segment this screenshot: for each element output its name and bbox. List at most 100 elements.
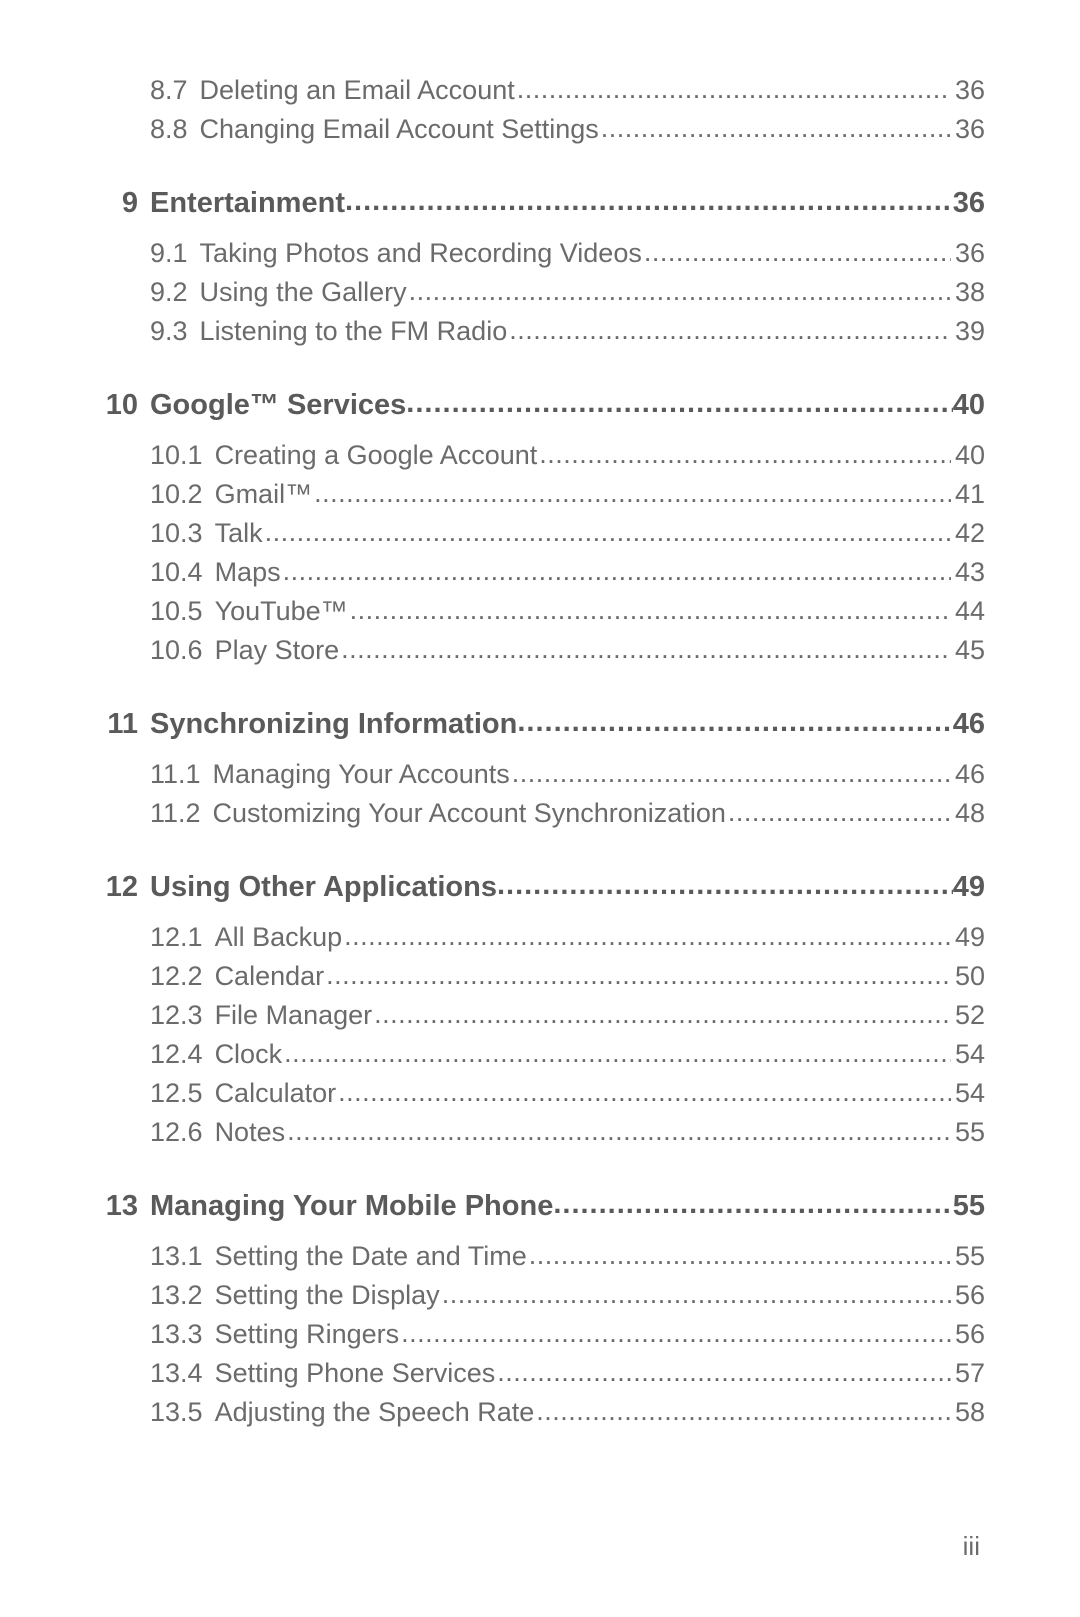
toc-sub-number: 10.6 xyxy=(150,635,203,666)
toc-chapter-entry[interactable]: 9 Entertainment ........................… xyxy=(95,187,985,220)
toc-sub-entry[interactable]: 12.3 File Manager ......................… xyxy=(95,1000,985,1031)
toc-sub-page: 58 xyxy=(951,1397,985,1428)
toc-sub-number: 13.3 xyxy=(150,1319,203,1350)
toc-sub-page: 36 xyxy=(951,75,985,106)
toc-chapter-title: Entertainment xyxy=(150,187,345,220)
toc-sub-page: 56 xyxy=(951,1319,985,1350)
toc-leader: ........................................… xyxy=(281,556,951,587)
toc-sub-number: 12.5 xyxy=(150,1078,203,1109)
toc-sub-title: Customizing Your Account Synchronization xyxy=(201,798,726,829)
toc-sub-entry[interactable]: 9.1 Taking Photos and Recording Videos .… xyxy=(95,238,985,269)
toc-sub-number: 9.1 xyxy=(150,238,188,269)
toc-sub-title: File Manager xyxy=(203,1000,373,1031)
toc-sub-page: 40 xyxy=(951,440,985,471)
toc-sub-entry[interactable]: 9.3 Listening to the FM Radio ..........… xyxy=(95,316,985,347)
toc-sub-title: Calendar xyxy=(203,961,325,992)
toc-sub-page: 56 xyxy=(951,1280,985,1311)
toc-orphan-group: 8.7 Deleting an Email Account ..........… xyxy=(95,75,985,145)
toc-leader: ........................................… xyxy=(440,1279,951,1310)
toc-chapter-page: 40 xyxy=(953,389,985,422)
toc-sub-group: 13.1 Setting the Date and Time .........… xyxy=(95,1241,985,1428)
toc-sub-entry[interactable]: 11.2 Customizing Your Account Synchroniz… xyxy=(95,798,985,829)
toc-sub-page: 55 xyxy=(951,1241,985,1272)
toc-sub-entry[interactable]: 10.5 YouTube™ ..........................… xyxy=(95,596,985,627)
toc-chapter-entry[interactable]: 11 Synchronizing Information ...........… xyxy=(95,708,985,741)
toc-leader: ........................................… xyxy=(534,1396,951,1427)
toc-leader: ........................................… xyxy=(642,237,951,268)
toc-leader: ........................................… xyxy=(324,960,951,991)
toc-sub-entry[interactable]: 12.1 All Backup ........................… xyxy=(95,922,985,953)
toc-sub-page: 43 xyxy=(951,557,985,588)
toc-leader: ........................................… xyxy=(527,1240,951,1271)
toc-leader: ........................................… xyxy=(495,1357,951,1388)
toc-leader: ........................................… xyxy=(336,1077,951,1108)
toc-sub-entry[interactable]: 10.4 Maps ..............................… xyxy=(95,557,985,588)
toc-sub-title: Deleting an Email Account xyxy=(188,75,515,106)
toc-sub-page: 55 xyxy=(951,1117,985,1148)
toc-sub-entry[interactable]: 10.1 Creating a Google Account .........… xyxy=(95,440,985,471)
toc-sub-entry[interactable]: 10.2 Gmail™ ............................… xyxy=(95,479,985,510)
toc-sub-entry[interactable]: 12.4 Clock .............................… xyxy=(95,1039,985,1070)
toc-sub-page: 50 xyxy=(951,961,985,992)
toc-leader: ........................................… xyxy=(497,869,953,902)
toc-chapter-number: 12 xyxy=(95,871,150,904)
toc-leader: ........................................… xyxy=(407,276,951,307)
toc-sub-entry[interactable]: 13.5 Adjusting the Speech Rate .........… xyxy=(95,1397,985,1428)
toc-sub-number: 13.2 xyxy=(150,1280,203,1311)
toc-sub-entry[interactable]: 13.1 Setting the Date and Time .........… xyxy=(95,1241,985,1272)
toc-sub-number: 13.4 xyxy=(150,1358,203,1389)
toc-sub-entry[interactable]: 9.2 Using the Gallery ..................… xyxy=(95,277,985,308)
toc-sub-entry[interactable]: 13.3 Setting Ringers ...................… xyxy=(95,1319,985,1350)
toc-sub-entry[interactable]: 12.6 Notes .............................… xyxy=(95,1117,985,1148)
toc-leader: ........................................… xyxy=(263,517,951,548)
toc-leader: ........................................… xyxy=(342,921,951,952)
toc-leader: ........................................… xyxy=(510,758,951,789)
toc-sub-page: 41 xyxy=(951,479,985,510)
toc-leader: ........................................… xyxy=(726,797,951,828)
toc-sub-page: 36 xyxy=(951,114,985,145)
toc-chapter-number: 10 xyxy=(95,389,150,422)
toc-sub-title: Taking Photos and Recording Videos xyxy=(188,238,642,269)
toc-chapter-title: Google™ Services xyxy=(150,389,406,422)
toc-sub-title: Adjusting the Speech Rate xyxy=(203,1397,535,1428)
toc-chapter-page: 49 xyxy=(953,871,985,904)
toc-chapter-entry[interactable]: 12 Using Other Applications ............… xyxy=(95,871,985,904)
toc-leader: ........................................… xyxy=(348,595,951,626)
toc-sub-page: 54 xyxy=(951,1039,985,1070)
toc-sub-entry[interactable]: 12.5 Calculator ........................… xyxy=(95,1078,985,1109)
toc-sub-group: 9.1 Taking Photos and Recording Videos .… xyxy=(95,238,985,347)
toc-chapter-entry[interactable]: 13 Managing Your Mobile Phone ..........… xyxy=(95,1190,985,1223)
toc-sub-title: Maps xyxy=(203,557,281,588)
toc-sub-title: Listening to the FM Radio xyxy=(188,316,508,347)
toc-sub-entry[interactable]: 11.1 Managing Your Accounts ............… xyxy=(95,759,985,790)
toc-sub-entry[interactable]: 10.6 Play Store ........................… xyxy=(95,635,985,666)
toc-chapter-title: Synchronizing Information xyxy=(150,708,517,741)
toc-sub-page: 48 xyxy=(951,798,985,829)
toc-sub-number: 10.3 xyxy=(150,518,203,549)
toc-sub-title: Gmail™ xyxy=(203,479,313,510)
toc-chapter-number: 9 xyxy=(95,187,150,220)
toc-sub-title: Talk xyxy=(203,518,263,549)
toc-sub-title: Changing Email Account Settings xyxy=(188,114,599,145)
toc-sub-entry[interactable]: 8.8 Changing Email Account Settings ....… xyxy=(95,114,985,145)
toc-sub-title: Clock xyxy=(203,1039,283,1070)
toc-sub-entry[interactable]: 13.2 Setting the Display ...............… xyxy=(95,1280,985,1311)
toc-chapter-entry[interactable]: 10 Google™ Services ....................… xyxy=(95,389,985,422)
toc-sub-entry[interactable]: 12.2 Calendar ..........................… xyxy=(95,961,985,992)
toc-sub-page: 52 xyxy=(951,1000,985,1031)
toc-sub-number: 12.1 xyxy=(150,922,203,953)
toc-sub-title: Managing Your Accounts xyxy=(201,759,510,790)
toc-leader: ........................................… xyxy=(339,634,951,665)
toc-chapter-page: 36 xyxy=(953,187,985,220)
toc-sub-number: 13.5 xyxy=(150,1397,203,1428)
toc-sub-entry[interactable]: 10.3 Talk ..............................… xyxy=(95,518,985,549)
toc-sub-number: 8.7 xyxy=(150,75,188,106)
toc-sub-page: 57 xyxy=(951,1358,985,1389)
toc-sub-entry[interactable]: 13.4 Setting Phone Services ............… xyxy=(95,1358,985,1389)
toc-chapter-title: Managing Your Mobile Phone xyxy=(150,1190,553,1223)
toc-sub-title: Setting Phone Services xyxy=(203,1358,496,1389)
toc-leader: ........................................… xyxy=(599,113,951,144)
toc-sub-title: All Backup xyxy=(203,922,343,953)
toc-leader: ........................................… xyxy=(345,185,953,218)
toc-sub-entry[interactable]: 8.7 Deleting an Email Account ..........… xyxy=(95,75,985,106)
